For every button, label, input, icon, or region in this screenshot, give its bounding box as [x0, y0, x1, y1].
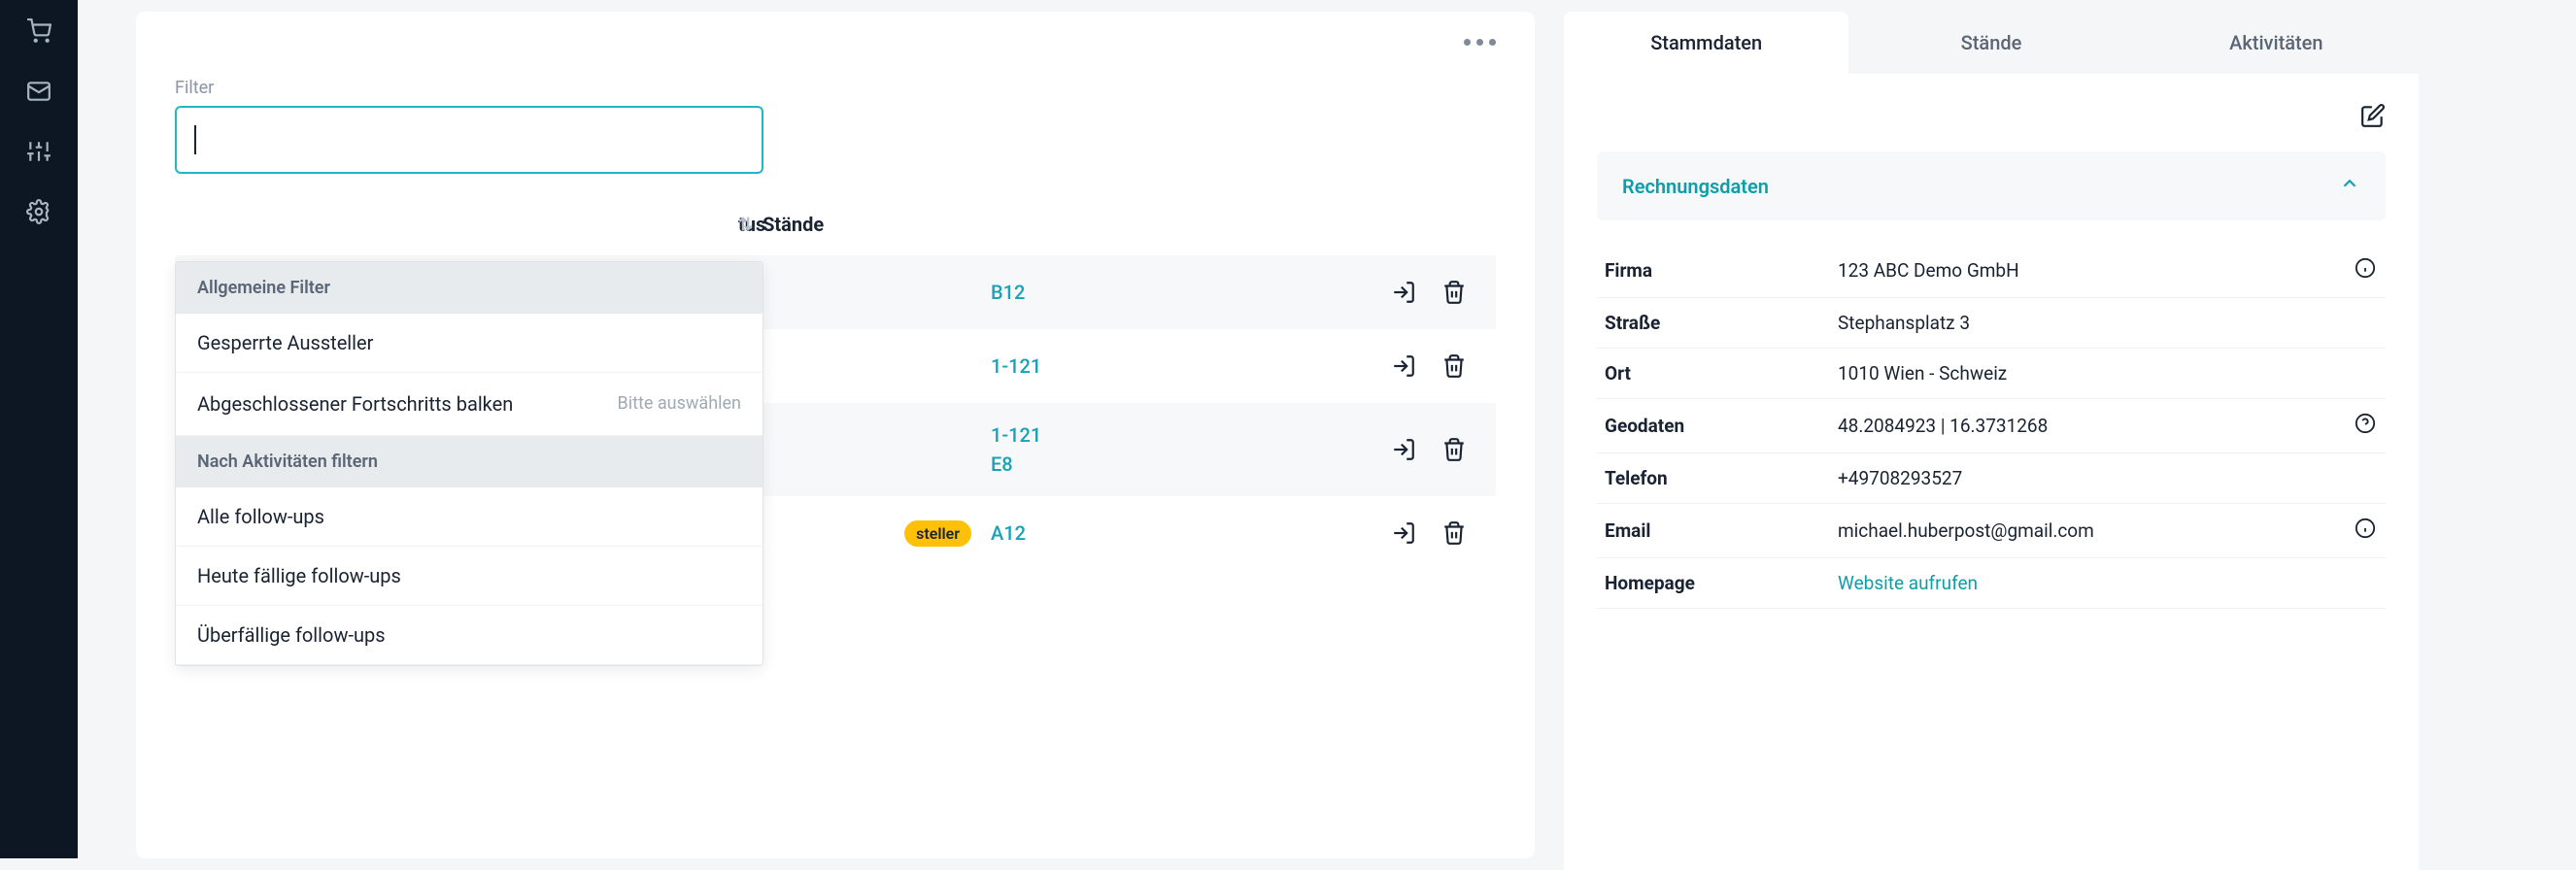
- info-list: Firma 123 ABC Demo GmbH Straße Stephansp…: [1597, 244, 2386, 609]
- text-cursor: [194, 125, 196, 154]
- stand-link[interactable]: 1-121: [991, 420, 1360, 450]
- dropdown-group-header: Allgemeine Filter: [176, 262, 763, 314]
- more-menu-icon[interactable]: [1464, 39, 1496, 46]
- nav-sidebar: [0, 0, 78, 858]
- dropdown-group-header: Nach Aktivitäten filtern: [176, 436, 763, 487]
- filter-input[interactable]: [175, 106, 763, 174]
- enter-icon[interactable]: [1391, 437, 1416, 462]
- dropdown-item-hint: Bitte auswählen: [618, 391, 741, 416]
- stand-link[interactable]: 1-121: [991, 351, 1360, 381]
- dropdown-item[interactable]: Abgeschlossener Fortschritts balken Bitt…: [176, 373, 763, 436]
- trash-icon[interactable]: [1441, 280, 1467, 305]
- filter-dropdown: Allgemeine Filter Gesperrte Aussteller A…: [175, 261, 763, 666]
- dropdown-item[interactable]: Gesperrte Aussteller: [176, 314, 763, 373]
- dropdown-item[interactable]: Alle follow-ups: [176, 487, 763, 547]
- info-row-homepage: Homepage Website aufrufen: [1597, 558, 2386, 609]
- filter-label: Filter: [175, 78, 1496, 98]
- homepage-link[interactable]: Website aufrufen: [1838, 572, 2355, 594]
- info-icon[interactable]: [2355, 518, 2376, 539]
- column-header-status[interactable]: tus: [175, 213, 738, 236]
- enter-icon[interactable]: [1391, 280, 1416, 305]
- detail-tabs: Stammdaten Stände Aktivitäten: [1564, 12, 2419, 74]
- info-row-email: Email michael.huberpost@gmail.com: [1597, 504, 2386, 558]
- info-row-telefon: Telefon +49708293527: [1597, 453, 2386, 504]
- info-row-strasse: Straße Stephansplatz 3: [1597, 298, 2386, 349]
- sort-icon[interactable]: ⇅: [738, 215, 753, 235]
- trash-icon[interactable]: [1441, 437, 1467, 462]
- accordion-header[interactable]: Rechnungsdaten: [1597, 151, 2386, 220]
- help-icon[interactable]: [2355, 413, 2376, 434]
- dropdown-item[interactable]: Überfällige follow-ups: [176, 606, 763, 665]
- stand-link[interactable]: B12: [991, 278, 1360, 307]
- gear-icon[interactable]: [25, 198, 52, 225]
- section-title: Rechnungsdaten: [1622, 175, 1769, 198]
- chevron-up-icon: [2339, 173, 2360, 199]
- info-row-firma: Firma 123 ABC Demo GmbH: [1597, 244, 2386, 298]
- info-row-ort: Ort 1010 Wien - Schweiz: [1597, 349, 2386, 399]
- trash-icon[interactable]: [1441, 520, 1467, 546]
- mail-icon[interactable]: [25, 78, 52, 105]
- dropdown-item[interactable]: Heute fällige follow-ups: [176, 547, 763, 606]
- stand-link[interactable]: E8: [991, 450, 1360, 479]
- dropdown-item-label: Abgeschlossener Fortschritts balken: [197, 390, 513, 418]
- trash-icon[interactable]: [1441, 353, 1467, 379]
- tab-staende[interactable]: Stände: [1848, 12, 2133, 74]
- cart-icon[interactable]: [25, 17, 52, 45]
- detail-panel: Stammdaten Stände Aktivitäten Rechnungsd…: [1564, 0, 2419, 858]
- column-header-stande[interactable]: ⇅ Stände: [738, 213, 1496, 236]
- enter-icon[interactable]: [1391, 520, 1416, 546]
- info-row-geodaten: Geodaten 48.2084923 | 16.3731268: [1597, 399, 2386, 453]
- tab-stammdaten[interactable]: Stammdaten: [1564, 12, 1848, 74]
- status-badge: steller: [904, 520, 971, 547]
- enter-icon[interactable]: [1391, 353, 1416, 379]
- info-icon[interactable]: [2355, 257, 2376, 279]
- edit-icon[interactable]: [2360, 103, 2386, 128]
- tab-aktivitaeten[interactable]: Aktivitäten: [2134, 12, 2419, 74]
- main-card: Filter Allgemeine Filter Gesperrte Ausst…: [136, 12, 1535, 858]
- stand-link[interactable]: A12: [991, 519, 1360, 548]
- sliders-icon[interactable]: [25, 138, 52, 165]
